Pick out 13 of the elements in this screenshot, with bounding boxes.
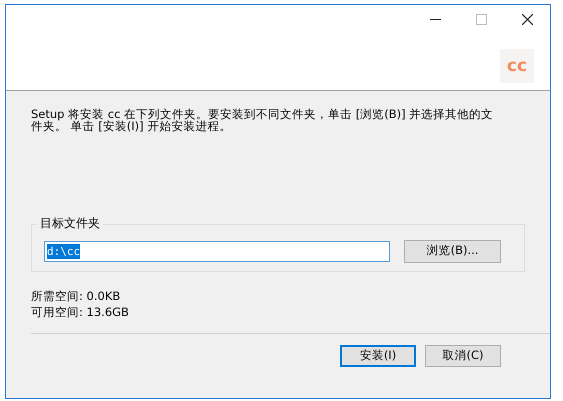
instruction-text: Setup 将安装 cc 在下列文件夹。要安装到不同文件夹，单击 [浏览(B)] 并选择其他的文件夹。 单击 [安装(I)] 开始安装进程。: [31, 108, 494, 135]
browse-button[interactable]: 浏览(B)...: [404, 240, 501, 262]
app-logo: cc: [500, 49, 534, 83]
maximize-icon: [476, 14, 486, 24]
folder-path-field[interactable]: d:\cc: [44, 240, 390, 262]
minimize-icon: [430, 18, 440, 20]
group-label: 目标文件夹: [37, 215, 103, 231]
close-icon: [522, 14, 532, 24]
space-info: 可用空间: 13.6GB: [31, 304, 130, 320]
install-button[interactable]: 安装(I): [340, 345, 416, 367]
path-value: d:\cc: [47, 244, 80, 258]
space-info: 所需空间: 0.0KB: [31, 288, 122, 304]
cancel-button[interactable]: 取消(C): [425, 345, 501, 367]
